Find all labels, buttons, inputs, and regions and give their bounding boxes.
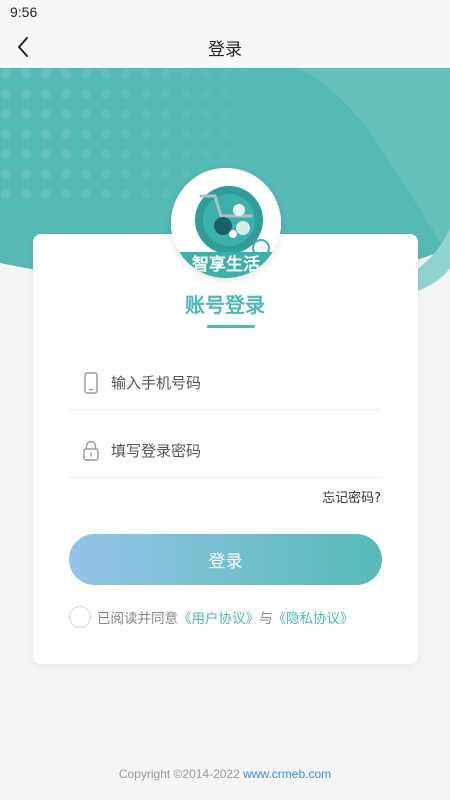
heading-underline bbox=[207, 325, 255, 328]
login-heading: 账号登录 bbox=[185, 293, 265, 317]
phone-field bbox=[69, 356, 382, 410]
privacy-agreement-link[interactable]: 《隐私协议》 bbox=[273, 607, 354, 627]
app-logo: 智享生活 bbox=[171, 168, 281, 278]
agreement-prefix: 已阅读并同意 bbox=[97, 611, 178, 627]
login-button[interactable]: 登录 bbox=[69, 534, 382, 585]
logo-image: 智享生活 bbox=[171, 168, 281, 278]
smartphone-icon bbox=[81, 372, 101, 394]
status-time: 9:56 bbox=[10, 4, 38, 20]
user-agreement-link[interactable]: 《用户协议》 bbox=[178, 607, 259, 627]
nav-bar: 登录 bbox=[0, 26, 450, 68]
logo-text: 智享生活 bbox=[192, 254, 260, 275]
agreement-conjunction: 与 bbox=[259, 611, 273, 627]
agreement-checkbox[interactable] bbox=[69, 606, 91, 628]
password-field bbox=[69, 424, 382, 478]
agreement-row: 已阅读并同意 《用户协议》 与 《隐私协议》 bbox=[69, 605, 354, 629]
phone-input[interactable] bbox=[111, 366, 371, 400]
page-title: 登录 bbox=[208, 40, 242, 60]
copyright-text: Copyright ©2014-2022 bbox=[118, 767, 240, 781]
site-link[interactable]: www.crmeb.com bbox=[243, 767, 331, 781]
copyright-footer: Copyright ©2014-2022 www.crmeb.com bbox=[0, 767, 450, 781]
lock-icon bbox=[81, 440, 101, 462]
password-input[interactable] bbox=[111, 434, 371, 468]
forgot-password-link[interactable]: 忘记密码? bbox=[322, 487, 381, 506]
status-bar: 9:56 bbox=[0, 0, 450, 26]
